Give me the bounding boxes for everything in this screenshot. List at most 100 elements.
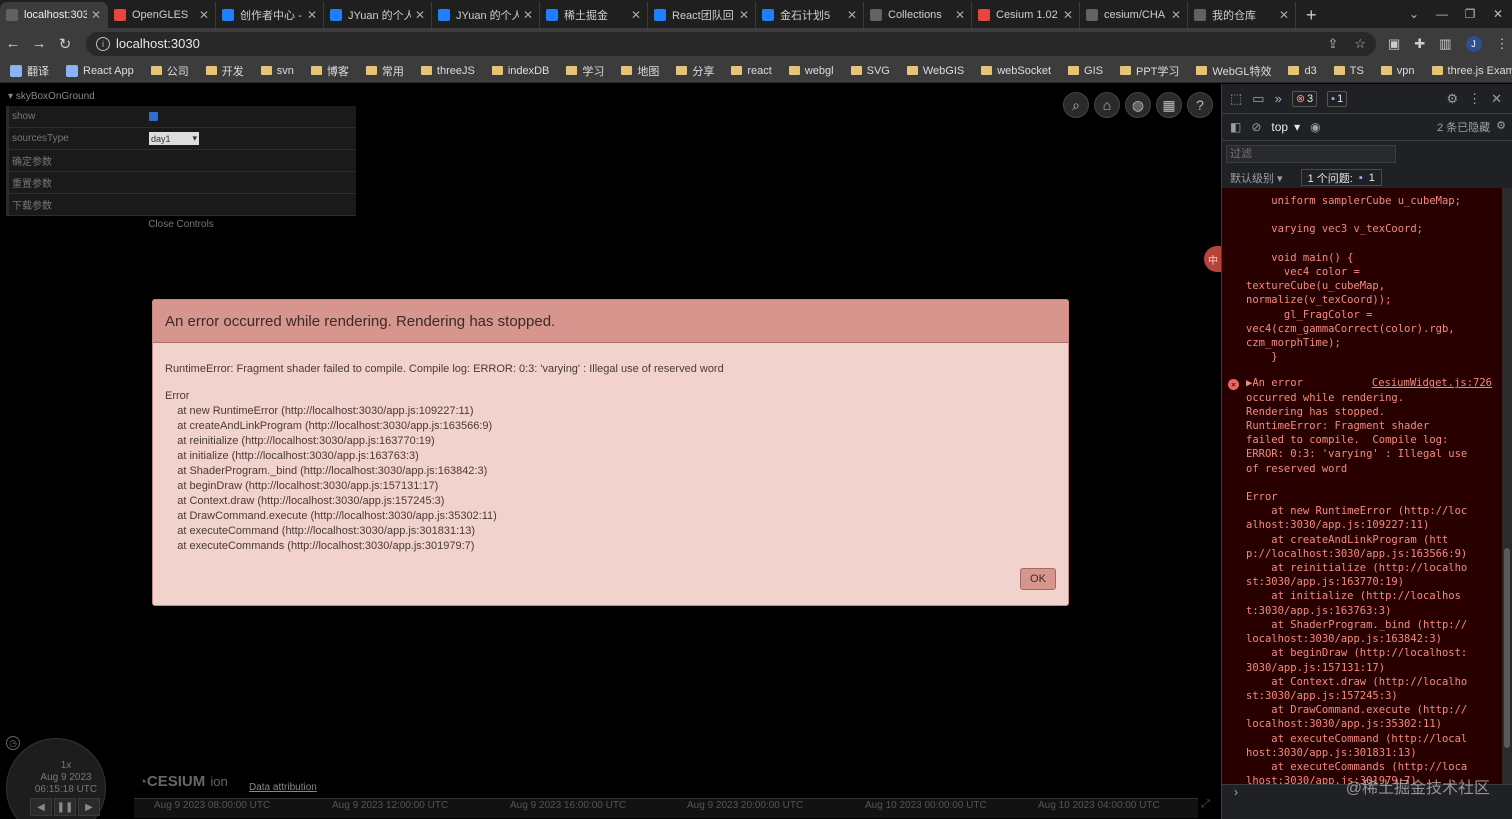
fullscreen-icon[interactable]: ⤢ xyxy=(1201,798,1217,814)
gui-row-download[interactable]: 下载参数 xyxy=(6,194,356,216)
data-attribution-link[interactable]: Data attribution xyxy=(249,782,317,793)
scrollbar-thumb[interactable] xyxy=(1504,548,1510,748)
browser-tab[interactable]: Collections ✕ xyxy=(864,2,972,28)
timeline[interactable]: Aug 9 2023 08:00:00 UTC Aug 9 2023 12:00:… xyxy=(134,798,1198,818)
console-scrollbar[interactable] xyxy=(1502,188,1512,800)
bookmark-item[interactable]: SVG xyxy=(850,63,890,79)
console-settings-icon[interactable]: ⚙ xyxy=(1496,119,1506,135)
bookmark-item[interactable]: d3 xyxy=(1288,63,1317,79)
message-count-badge[interactable]: ▪ 1 xyxy=(1327,90,1348,107)
reload-icon[interactable]: ↻ xyxy=(52,35,78,53)
ok-button[interactable]: OK xyxy=(1020,568,1056,590)
browser-tab[interactable]: JYuan 的个人 ✕ xyxy=(432,2,540,28)
devtools-menu-icon[interactable]: ⋮ xyxy=(1468,91,1481,107)
bookmark-item[interactable]: webSocket xyxy=(981,63,1051,79)
gui-row-confirm[interactable]: 确定参数 xyxy=(6,150,356,172)
console-error-message[interactable]: ✕ CesiumWidget.js:726 ▶An error occurred… xyxy=(1222,376,1502,788)
error-source-link[interactable]: CesiumWidget.js:726 xyxy=(1372,376,1492,390)
gui-folder-title[interactable]: ▾ skyBoxOnGround xyxy=(6,88,356,106)
layers-icon[interactable]: ▦ xyxy=(1156,92,1182,118)
bookmark-item[interactable]: PPT学习 xyxy=(1119,63,1179,79)
device-toggle-icon[interactable]: ▭ xyxy=(1252,91,1264,107)
show-checkbox[interactable] xyxy=(149,112,158,121)
clear-console-icon[interactable]: ⊘ xyxy=(1251,120,1261,134)
context-selector[interactable]: top ▾ xyxy=(1271,120,1300,134)
bookmark-item[interactable]: webgl xyxy=(788,63,834,79)
bookmark-item[interactable]: svn xyxy=(260,63,294,79)
bookmark-item[interactable]: 分享 xyxy=(676,63,714,79)
sidebar-toggle-icon[interactable]: ◧ xyxy=(1230,120,1241,134)
browser-tab[interactable]: JYuan 的个人 ✕ xyxy=(324,2,432,28)
bookmark-item[interactable]: GIS xyxy=(1068,63,1103,79)
extension-icon[interactable]: ▣ xyxy=(1388,36,1400,52)
play-icon[interactable]: ▶ xyxy=(78,798,100,816)
tab-search-icon[interactable]: ⌄ xyxy=(1400,7,1428,21)
browser-tab[interactable]: 我的仓库 ✕ xyxy=(1188,2,1296,28)
rewind-icon[interactable]: ◀ xyxy=(30,798,52,816)
browser-tab[interactable]: 金石计划5 ✕ xyxy=(756,2,864,28)
browser-tab[interactable]: 稀土掘金 ✕ xyxy=(540,2,648,28)
tab-close-icon[interactable]: ✕ xyxy=(91,8,101,22)
bookmark-item[interactable]: 公司 xyxy=(150,63,189,79)
live-expression-eye-icon[interactable]: ◉ xyxy=(1310,120,1320,134)
tab-close-icon[interactable]: ✕ xyxy=(631,8,641,22)
tab-close-icon[interactable]: ✕ xyxy=(415,8,425,22)
bookmark-item[interactable]: react xyxy=(731,63,772,79)
filter-input[interactable] xyxy=(1226,145,1396,163)
bookmark-item[interactable]: vpn xyxy=(1380,63,1415,79)
bookmark-item[interactable]: 学习 xyxy=(566,63,604,79)
close-window-icon[interactable]: ✕ xyxy=(1484,7,1512,21)
issues-button[interactable]: 1 个问题: ▪ 1 xyxy=(1300,169,1382,186)
bookmark-item[interactable]: React App xyxy=(66,63,134,79)
bookmark-item[interactable]: threeJS xyxy=(420,63,475,79)
bookmark-item[interactable]: WebGIS xyxy=(906,63,964,79)
close-controls-button[interactable]: Close Controls xyxy=(6,219,356,230)
globe-icon[interactable]: ◍ xyxy=(1125,92,1151,118)
tab-close-icon[interactable]: ✕ xyxy=(1063,8,1073,22)
profile-avatar[interactable]: J xyxy=(1465,35,1482,52)
bookmark-item[interactable]: TS xyxy=(1333,63,1364,79)
home-icon[interactable]: ⌂ xyxy=(1094,92,1120,118)
bookmark-item[interactable]: indexDB xyxy=(491,63,549,79)
devtools-close-icon[interactable]: ✕ xyxy=(1491,91,1512,107)
side-panel-icon[interactable]: ▥ xyxy=(1439,36,1451,52)
bookmark-item[interactable]: 博客 xyxy=(310,63,349,79)
clock-icon[interactable]: ◷ xyxy=(6,736,20,750)
inspect-icon[interactable]: ⬚ xyxy=(1230,91,1242,107)
more-panels-icon[interactable]: » xyxy=(1275,91,1282,106)
omnibox[interactable]: i localhost:3030 ⇪ ☆ xyxy=(86,31,1376,56)
tab-close-icon[interactable]: ✕ xyxy=(1279,8,1289,22)
help-icon[interactable]: ? xyxy=(1187,92,1213,118)
back-icon[interactable]: ← xyxy=(0,35,26,52)
bookmark-item[interactable]: 地图 xyxy=(621,63,659,79)
tab-close-icon[interactable]: ✕ xyxy=(847,8,857,22)
menu-kebab-icon[interactable]: ⋮ xyxy=(1496,36,1509,52)
sources-type-select[interactable]: day1 ▾ xyxy=(149,132,199,145)
site-info-icon[interactable]: i xyxy=(96,36,110,51)
puzzle-icon[interactable]: ✚ xyxy=(1414,36,1425,52)
new-tab-button[interactable]: + xyxy=(1296,2,1327,28)
log-level-dropdown[interactable]: 默认级别 ▾ xyxy=(1230,170,1283,186)
maximize-icon[interactable]: ❐ xyxy=(1456,7,1484,21)
bookmark-item[interactable]: 开发 xyxy=(205,63,244,79)
tab-close-icon[interactable]: ✕ xyxy=(307,8,317,22)
search-icon[interactable]: ⌕ xyxy=(1063,92,1089,118)
cesium-viewport[interactable]: ▾ skyBoxOnGround show sourcesType day1 ▾ … xyxy=(0,84,1221,819)
forward-icon[interactable]: → xyxy=(26,35,52,52)
bookmark-item[interactable]: 翻译 xyxy=(10,63,49,79)
gui-row-show[interactable]: show xyxy=(6,106,356,128)
error-count-badge[interactable]: ⊗ 3 xyxy=(1291,90,1318,107)
browser-tab[interactable]: localhost:3030 ✕ xyxy=(0,2,108,28)
minimize-icon[interactable]: — xyxy=(1428,7,1456,21)
tab-close-icon[interactable]: ✕ xyxy=(199,8,209,22)
tab-close-icon[interactable]: ✕ xyxy=(523,8,533,22)
bookmark-item[interactable]: 常用 xyxy=(365,63,404,79)
tab-close-icon[interactable]: ✕ xyxy=(1171,8,1181,22)
bookmark-star-icon[interactable]: ☆ xyxy=(1354,36,1366,52)
gui-row-reset[interactable]: 重置参数 xyxy=(6,172,356,194)
bookmark-item[interactable]: three.js Example xyxy=(1431,63,1512,79)
browser-tab[interactable]: Cesium 1.02 ✕ xyxy=(972,2,1080,28)
tab-close-icon[interactable]: ✕ xyxy=(739,8,749,22)
cesium-logo[interactable]: ◔CESIUM ion xyxy=(139,773,228,790)
gui-row-sources-type[interactable]: sourcesType day1 ▾ xyxy=(6,128,356,150)
